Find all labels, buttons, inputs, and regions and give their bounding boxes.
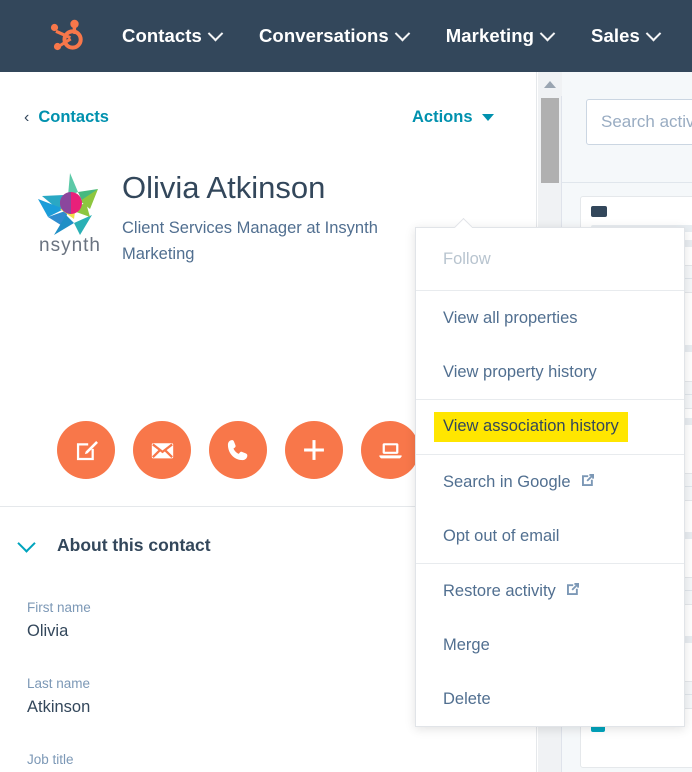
menu-item-label: View all properties	[443, 308, 578, 327]
nav-item-label: Conversations	[258, 25, 389, 46]
chevron-down-icon	[539, 25, 556, 41]
field-label: Last name	[27, 676, 91, 691]
contact-identity-text: Olivia Atkinson Client Services Manager …	[122, 165, 422, 267]
page-title: Olivia Atkinson	[122, 170, 326, 205]
chevron-down-icon	[207, 25, 224, 41]
contact-identity: nsynth Olivia Atkinson Client Services M…	[24, 165, 422, 267]
field-label: Job title	[27, 752, 74, 767]
menu-item-label: View property history	[443, 362, 597, 381]
contact-subtitle: Client Services Manager at Insynth Marke…	[122, 219, 378, 263]
menu-item-label: View association history	[434, 412, 628, 442]
laptop-meeting-icon	[378, 442, 402, 458]
phone-icon	[227, 440, 248, 461]
menu-item-view-all-properties[interactable]: View all properties	[416, 291, 684, 345]
caret-down-icon	[481, 114, 494, 121]
menu-item-view-association-history[interactable]: View association history	[416, 400, 684, 454]
chevron-down-icon	[17, 533, 36, 553]
field-value[interactable]: Atkinson	[27, 698, 90, 718]
back-arrow-icon: ‹	[24, 108, 30, 126]
menu-item-label: Delete	[443, 689, 491, 708]
search-placeholder: Search activities	[601, 112, 692, 131]
nav-item-conversations[interactable]: Conversations	[258, 25, 411, 47]
call-button[interactable]	[209, 421, 267, 479]
chevron-down-icon	[394, 25, 411, 41]
quick-actions	[57, 421, 437, 479]
external-link-icon	[580, 472, 596, 493]
nav-item-marketing[interactable]: Marketing	[445, 25, 556, 47]
menu-item-opt-out-of-email[interactable]: Opt out of email	[416, 509, 684, 563]
menu-item-restore-activity[interactable]: Restore activity	[416, 564, 684, 618]
chevron-down-icon	[645, 25, 662, 41]
search-input[interactable]: Search activities	[586, 99, 692, 145]
insynth-star-logo: nsynth	[38, 173, 101, 256]
nav-item-label: Contacts	[122, 25, 202, 46]
note-edit-icon	[76, 440, 98, 460]
menu-item-label: Follow	[443, 249, 491, 268]
scroll-up-button[interactable]	[538, 72, 562, 96]
menu-item-delete[interactable]: Delete	[416, 672, 684, 726]
top-navigation-bar: Contacts Conversations Marketing Sales S…	[0, 0, 692, 72]
nav-item-label: Sales	[591, 25, 640, 46]
actions-dropdown-menu: Follow View all properties View property…	[415, 227, 685, 727]
nav-item-sales[interactable]: Sales	[591, 25, 662, 47]
hubspot-sprocket-logo	[50, 19, 83, 51]
page-body: Search activities 2	[0, 72, 692, 772]
menu-item-view-property-history[interactable]: View property history	[416, 345, 684, 399]
dropdown-pointer-arrow	[454, 218, 472, 228]
meeting-button[interactable]	[361, 421, 419, 479]
note-button[interactable]	[57, 421, 115, 479]
menu-item-label: Merge	[443, 635, 490, 654]
hubspot-logo-link[interactable]	[44, 15, 86, 57]
field-job-title: Job title Client Services Manager	[27, 752, 207, 772]
email-button[interactable]	[133, 421, 191, 479]
menu-item-label: Opt out of email	[443, 526, 560, 545]
field-first-name: First name Olivia	[27, 600, 91, 642]
external-link-icon	[565, 581, 581, 602]
nav-item-contacts[interactable]: Contacts	[122, 25, 224, 47]
menu-item-merge[interactable]: Merge	[416, 618, 684, 672]
scroll-up-arrow-icon	[544, 80, 556, 88]
more-actions-button[interactable]	[285, 421, 343, 479]
actions-button[interactable]: Actions	[412, 108, 494, 127]
envelope-icon	[151, 442, 173, 458]
panel-divider	[562, 182, 692, 183]
about-section-title: About this contact	[57, 535, 211, 555]
about-section-toggle[interactable]: About this contact	[17, 533, 211, 556]
menu-item-follow: Follow	[416, 228, 684, 290]
hubspot-contact-page: Contacts Conversations Marketing Sales S…	[0, 0, 692, 772]
actions-button-label: Actions	[412, 108, 473, 126]
menu-item-search-in-google[interactable]: Search in Google	[416, 455, 684, 509]
dropdown-group-association: View association history	[416, 400, 684, 454]
nav-items: Contacts Conversations Marketing Sales S…	[122, 25, 692, 47]
dropdown-group-properties: View all properties View property histor…	[416, 291, 684, 399]
avatar[interactable]: nsynth	[24, 165, 116, 261]
breadcrumb[interactable]: ‹ Contacts	[24, 108, 109, 127]
breadcrumb-label: Contacts	[38, 108, 109, 126]
nav-item-label: Marketing	[445, 25, 535, 46]
field-last-name: Last name Atkinson	[27, 676, 90, 718]
menu-item-label: Search in Google	[443, 472, 571, 491]
dropdown-group-follow: Follow	[416, 228, 684, 290]
scroll-thumb[interactable]	[541, 98, 559, 183]
field-value[interactable]: Olivia	[27, 622, 91, 642]
svg-text:nsynth: nsynth	[39, 235, 101, 256]
dropdown-group-external: Search in Google Opt out of email	[416, 455, 684, 563]
avatar	[591, 206, 607, 217]
plus-icon	[304, 440, 324, 460]
dropdown-group-manage: Restore activity Merge Delete	[416, 564, 684, 726]
field-label: First name	[27, 600, 91, 615]
menu-item-label: Restore activity	[443, 581, 556, 600]
